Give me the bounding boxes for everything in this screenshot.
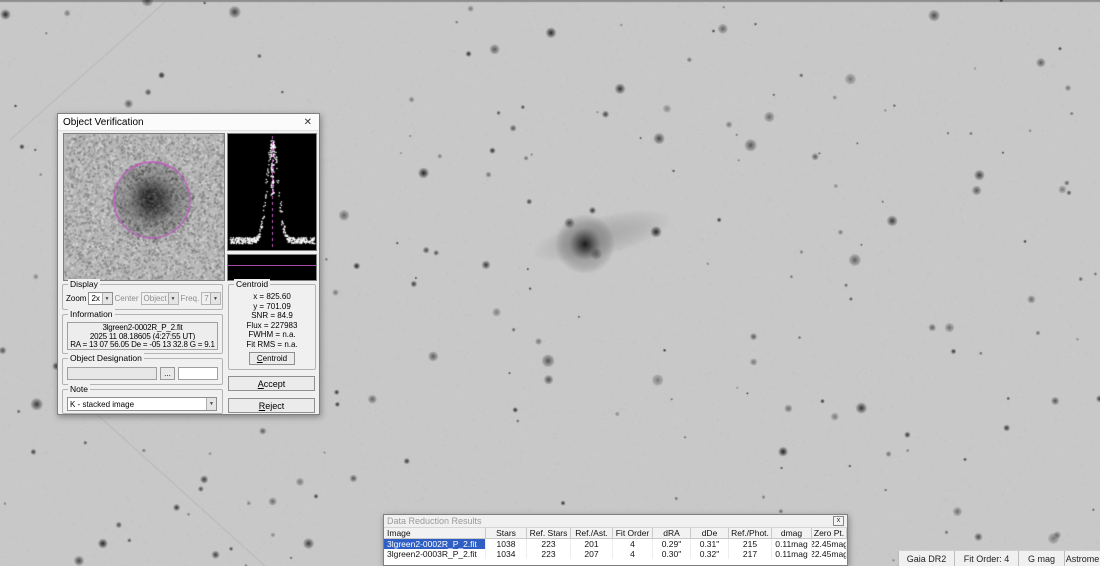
accept-button[interactable]: Accept bbox=[228, 376, 315, 391]
column-header[interactable]: Image bbox=[384, 528, 486, 538]
centroid-group: Centroid x = 825.60 y = 701.09 SNR = 84.… bbox=[228, 284, 316, 370]
astrometrica-app: Object Verification ✕ Display Zoom 2x ▼ … bbox=[0, 0, 1100, 566]
window-title: Data Reduction Results bbox=[387, 516, 833, 526]
table-cell: 22.45mag bbox=[812, 549, 847, 559]
table-cell: 4 bbox=[613, 549, 653, 559]
information-group: Information 3lgreen2-0002R_P_2.fit 2025 … bbox=[62, 314, 223, 354]
centroid-y: y = 701.09 bbox=[229, 302, 315, 312]
chevron-down-icon: ▼ bbox=[210, 293, 220, 304]
display-group: Display Zoom 2x ▼ Center Object ▼ Freq. … bbox=[62, 284, 223, 310]
status-catalog: Gaia DR2 bbox=[898, 551, 954, 566]
centroid-fit-rms: Fit RMS = n.a. bbox=[229, 340, 315, 350]
centroid-x: x = 825.60 bbox=[229, 292, 315, 302]
column-header[interactable]: Fit Order bbox=[613, 528, 653, 538]
table-cell[interactable]: 3lgreen2-0003R_P_2.fit bbox=[384, 549, 486, 559]
zoom-select[interactable]: 2x ▼ bbox=[88, 292, 112, 305]
status-mag-band: G mag bbox=[1018, 551, 1064, 566]
center-select: Object ▼ bbox=[141, 292, 179, 305]
table-cell: 0.29" bbox=[653, 539, 691, 549]
center-label: Center bbox=[115, 294, 139, 303]
freq-value: 7 bbox=[202, 294, 210, 303]
centroid-fwhm: FWHM = n.a. bbox=[229, 330, 315, 340]
table-cell: 201 bbox=[571, 539, 613, 549]
table-cell: 0.11mag bbox=[772, 539, 812, 549]
object-verification-dialog: Object Verification ✕ Display Zoom 2x ▼ … bbox=[57, 113, 320, 415]
column-header[interactable]: Ref./Ast. bbox=[571, 528, 613, 538]
table-cell: 223 bbox=[527, 549, 571, 559]
note-select[interactable]: K - stacked image ▼ bbox=[67, 397, 217, 411]
centroid-button[interactable]: Centroid bbox=[249, 352, 295, 365]
table-cell: 1034 bbox=[486, 549, 527, 559]
designation-suffix-field[interactable] bbox=[178, 367, 218, 380]
table-cell: 217 bbox=[729, 549, 772, 559]
object-verification-titlebar[interactable]: Object Verification ✕ bbox=[58, 114, 319, 131]
status-bar: Gaia DR2 Fit Order: 4 G mag Astrome bbox=[898, 550, 1100, 566]
freq-select: 7 ▼ bbox=[201, 292, 221, 305]
dialog-title: Object Verification bbox=[63, 117, 302, 128]
note-legend: Note bbox=[68, 384, 90, 395]
column-header[interactable]: Stars bbox=[486, 528, 527, 538]
info-coordinates: RA = 13 07 56.05 De = -05 13 32.8 G = 9.… bbox=[68, 340, 217, 349]
chevron-down-icon: ▼ bbox=[206, 398, 216, 410]
browse-button[interactable]: ... bbox=[160, 367, 175, 380]
table-cell: 0.31" bbox=[691, 539, 729, 549]
table-cell: 207 bbox=[571, 549, 613, 559]
column-header[interactable]: Ref./Phot. bbox=[729, 528, 772, 538]
object-designation-legend: Object Designation bbox=[68, 353, 144, 364]
table-cell: 223 bbox=[527, 539, 571, 549]
table-cell: 4 bbox=[613, 539, 653, 549]
display-legend: Display bbox=[68, 279, 100, 290]
chevron-down-icon: ▼ bbox=[102, 293, 112, 304]
close-icon[interactable]: ✕ bbox=[302, 117, 314, 128]
status-fit-order: Fit Order: 4 bbox=[954, 551, 1018, 566]
center-value: Object bbox=[142, 294, 168, 303]
data-reduction-titlebar[interactable]: Data Reduction Results x bbox=[384, 515, 847, 528]
centroid-legend: Centroid bbox=[234, 279, 270, 290]
psf-profile-plot bbox=[227, 133, 317, 251]
column-header[interactable]: dDe bbox=[691, 528, 729, 538]
column-header[interactable]: Ref. Stars bbox=[527, 528, 571, 538]
data-reduction-results-window: Data Reduction Results x Image Stars Ref… bbox=[383, 514, 848, 566]
column-header[interactable]: dmag bbox=[772, 528, 812, 538]
table-cell: 0.11mag bbox=[772, 549, 812, 559]
information-legend: Information bbox=[68, 309, 115, 320]
column-header[interactable]: Zero Pt. bbox=[812, 528, 847, 538]
zoom-value: 2x bbox=[89, 294, 101, 303]
object-designation-group: Object Designation ... bbox=[62, 358, 223, 385]
zoom-label: Zoom bbox=[66, 294, 86, 303]
fit-residual-strip bbox=[227, 254, 317, 281]
centroid-flux: Flux = 227983 bbox=[229, 321, 315, 331]
close-icon[interactable]: x bbox=[833, 516, 844, 526]
note-group: Note K - stacked image ▼ bbox=[62, 389, 223, 414]
chevron-down-icon: ▼ bbox=[168, 293, 178, 304]
centroid-snr: SNR = 84.9 bbox=[229, 311, 315, 321]
table-cell: 1038 bbox=[486, 539, 527, 549]
info-filename: 3lgreen2-0002R_P_2.fit bbox=[68, 323, 217, 332]
info-datetime: 2025 11 08.18605 (4:27:55 UT) bbox=[68, 332, 217, 341]
object-designation-row: ... bbox=[67, 367, 218, 380]
object-zoom-view[interactable] bbox=[63, 133, 225, 281]
designation-field bbox=[67, 367, 157, 380]
information-panel: 3lgreen2-0002R_P_2.fit 2025 11 08.18605 … bbox=[67, 322, 218, 350]
table-cell: 22.45mag bbox=[812, 539, 847, 549]
reject-button[interactable]: Reject bbox=[228, 398, 315, 413]
table-cell[interactable]: 3lgreen2-0002R_P_2.fit bbox=[384, 539, 486, 549]
note-value: K - stacked image bbox=[68, 400, 206, 409]
table-cell: 0.32" bbox=[691, 549, 729, 559]
column-header[interactable]: dRA bbox=[653, 528, 691, 538]
table-cell: 0.30" bbox=[653, 549, 691, 559]
residual-baseline bbox=[228, 265, 316, 266]
results-table-header: Image Stars Ref. Stars Ref./Ast. Fit Ord… bbox=[384, 528, 847, 539]
centroid-readouts: x = 825.60 y = 701.09 SNR = 84.9 Flux = … bbox=[229, 292, 315, 349]
status-app-name: Astrome bbox=[1064, 551, 1100, 566]
freq-label: Freq. bbox=[181, 294, 200, 303]
table-row[interactable]: 3lgreen2-0003R_P_2.fit 1034 223 207 4 0.… bbox=[384, 549, 847, 559]
display-controls: Zoom 2x ▼ Center Object ▼ Freq. 7 ▼ bbox=[66, 292, 221, 305]
table-cell: 215 bbox=[729, 539, 772, 549]
table-row[interactable]: 3lgreen2-0002R_P_2.fit 1038 223 201 4 0.… bbox=[384, 539, 847, 549]
